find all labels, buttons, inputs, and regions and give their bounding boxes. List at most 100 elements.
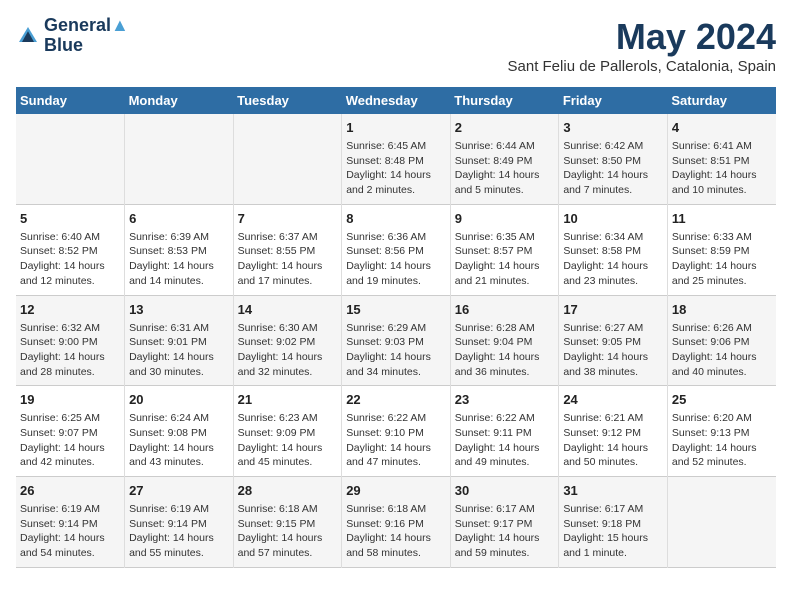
day-number: 17 <box>563 302 663 317</box>
calendar-cell: 30Sunrise: 6:17 AM Sunset: 9:17 PM Dayli… <box>450 477 559 568</box>
day-number: 24 <box>563 392 663 407</box>
day-number: 15 <box>346 302 446 317</box>
calendar-cell: 18Sunrise: 6:26 AM Sunset: 9:06 PM Dayli… <box>667 295 776 386</box>
weekday-header: Tuesday <box>233 87 342 114</box>
day-info: Sunrise: 6:25 AM Sunset: 9:07 PM Dayligh… <box>20 411 120 470</box>
day-number: 27 <box>129 483 229 498</box>
day-number: 11 <box>672 211 772 226</box>
day-info: Sunrise: 6:35 AM Sunset: 8:57 PM Dayligh… <box>455 230 555 289</box>
day-info: Sunrise: 6:44 AM Sunset: 8:49 PM Dayligh… <box>455 139 555 198</box>
day-info: Sunrise: 6:30 AM Sunset: 9:02 PM Dayligh… <box>238 321 338 380</box>
calendar-cell: 23 Sunrise: 6:22 AM Sunset: 9:11 PM Dayli… <box>450 386 559 477</box>
day-info: Sunrise: 6:40 AM Sunset: 8:52 PM Dayligh… <box>20 230 120 289</box>
day-number: 12 <box>20 302 120 317</box>
calendar-table: SundayMondayTuesdayWednesdayThursdayFrid… <box>16 87 776 568</box>
calendar-cell <box>16 114 125 204</box>
calendar-cell: 22 Sunrise: 6:22 AM Sunset: 9:10 PM Dayli… <box>342 386 451 477</box>
calendar-week-row: 1 Sunrise: 6:45 AM Sunset: 8:48 PM Daylig… <box>16 114 776 204</box>
calendar-cell: 8 Sunrise: 6:36 AM Sunset: 8:56 PM Daylig… <box>342 204 451 295</box>
day-number: 6 <box>129 211 229 226</box>
calendar-cell: 11 Sunrise: 6:33 AM Sunset: 8:59 PM Dayli… <box>667 204 776 295</box>
day-info: Sunrise: 6:23 AM Sunset: 9:09 PM Dayligh… <box>238 411 338 470</box>
day-number: 16 <box>455 302 555 317</box>
day-info: Sunrise: 6:27 AM Sunset: 9:05 PM Dayligh… <box>563 321 663 380</box>
day-info: Sunrise: 6:18 AM Sunset: 9:15 PM Dayligh… <box>238 502 338 561</box>
day-info: Sunrise: 6:34 AM Sunset: 8:58 PM Dayligh… <box>563 230 663 289</box>
weekday-header: Monday <box>125 87 234 114</box>
calendar-cell: 2 Sunrise: 6:44 AM Sunset: 8:49 PM Daylig… <box>450 114 559 204</box>
day-info: Sunrise: 6:17 AM Sunset: 9:18 PM Dayligh… <box>563 502 663 561</box>
weekday-header: Sunday <box>16 87 125 114</box>
calendar-cell: 6 Sunrise: 6:39 AM Sunset: 8:53 PM Daylig… <box>125 204 234 295</box>
calendar-week-row: 12 Sunrise: 6:32 AM Sunset: 9:00 PM Dayli… <box>16 295 776 386</box>
calendar-cell: 24 Sunrise: 6:21 AM Sunset: 9:12 PM Dayli… <box>559 386 668 477</box>
day-number: 7 <box>238 211 338 226</box>
day-number: 5 <box>20 211 120 226</box>
calendar-cell: 4 Sunrise: 6:41 AM Sunset: 8:51 PM Daylig… <box>667 114 776 204</box>
day-number: 31 <box>563 483 663 498</box>
day-info: Sunrise: 6:32 AM Sunset: 9:00 PM Dayligh… <box>20 321 120 380</box>
day-info: Sunrise: 6:22 AM Sunset: 9:10 PM Dayligh… <box>346 411 446 470</box>
day-number: 19 <box>20 392 120 407</box>
day-info: Sunrise: 6:37 AM Sunset: 8:55 PM Dayligh… <box>238 230 338 289</box>
calendar-cell: 19 Sunrise: 6:25 AM Sunset: 9:07 PM Dayli… <box>16 386 125 477</box>
day-info: Sunrise: 6:24 AM Sunset: 9:08 PM Dayligh… <box>129 411 229 470</box>
calendar-cell: 14 Sunrise: 6:30 AM Sunset: 9:02 PM Dayli… <box>233 295 342 386</box>
day-info: Sunrise: 6:45 AM Sunset: 8:48 PM Dayligh… <box>346 139 446 198</box>
calendar-cell: 5 Sunrise: 6:40 AM Sunset: 8:52 PM Daylig… <box>16 204 125 295</box>
day-info: Sunrise: 6:19 AM Sunset: 9:14 PM Dayligh… <box>20 502 120 561</box>
calendar-cell: 26 Sunrise: 6:19 AM Sunset: 9:14 PM Dayli… <box>16 477 125 568</box>
day-info: Sunrise: 6:31 AM Sunset: 9:01 PM Dayligh… <box>129 321 229 380</box>
calendar-cell <box>125 114 234 204</box>
calendar-cell: 31 Sunrise: 6:17 AM Sunset: 9:18 PM Dayli… <box>559 477 668 568</box>
day-info: Sunrise: 6:39 AM Sunset: 8:53 PM Dayligh… <box>129 230 229 289</box>
day-number: 26 <box>20 483 120 498</box>
weekday-header: Friday <box>559 87 668 114</box>
day-number: 20 <box>129 392 229 407</box>
day-number: 4 <box>672 120 772 135</box>
calendar-week-row: 19 Sunrise: 6:25 AM Sunset: 9:07 PM Dayli… <box>16 386 776 477</box>
calendar-cell: 21 Sunrise: 6:23 AM Sunset: 9:09 PM Dayli… <box>233 386 342 477</box>
day-number: 3 <box>563 120 663 135</box>
location: Sant Feliu de Pallerols, Catalonia, Spai… <box>508 58 777 75</box>
day-info: Sunrise: 6:36 AM Sunset: 8:56 PM Dayligh… <box>346 230 446 289</box>
day-info: Sunrise: 6:33 AM Sunset: 8:59 PM Dayligh… <box>672 230 772 289</box>
day-info: Sunrise: 6:18 AM Sunset: 9:16 PM Dayligh… <box>346 502 446 561</box>
calendar-cell: 29 Sunrise: 6:18 AM Sunset: 9:16 PM Dayli… <box>342 477 451 568</box>
calendar-cell: 25Sunrise: 6:20 AM Sunset: 9:13 PM Dayli… <box>667 386 776 477</box>
calendar-cell: 10Sunrise: 6:34 AM Sunset: 8:58 PM Dayli… <box>559 204 668 295</box>
calendar-cell <box>667 477 776 568</box>
day-info: Sunrise: 6:41 AM Sunset: 8:51 PM Dayligh… <box>672 139 772 198</box>
day-number: 21 <box>238 392 338 407</box>
calendar-header: SundayMondayTuesdayWednesdayThursdayFrid… <box>16 87 776 114</box>
calendar-cell: 15 Sunrise: 6:29 AM Sunset: 9:03 PM Dayli… <box>342 295 451 386</box>
calendar-cell: 7 Sunrise: 6:37 AM Sunset: 8:55 PM Daylig… <box>233 204 342 295</box>
calendar-cell: 3Sunrise: 6:42 AM Sunset: 8:50 PM Daylig… <box>559 114 668 204</box>
day-info: Sunrise: 6:26 AM Sunset: 9:06 PM Dayligh… <box>672 321 772 380</box>
day-number: 1 <box>346 120 446 135</box>
calendar-cell: 28Sunrise: 6:18 AM Sunset: 9:15 PM Dayli… <box>233 477 342 568</box>
logo: General▲ Blue <box>16 16 129 56</box>
day-number: 14 <box>238 302 338 317</box>
weekday-header: Thursday <box>450 87 559 114</box>
calendar-cell: 9Sunrise: 6:35 AM Sunset: 8:57 PM Daylig… <box>450 204 559 295</box>
day-number: 22 <box>346 392 446 407</box>
day-info: Sunrise: 6:22 AM Sunset: 9:11 PM Dayligh… <box>455 411 555 470</box>
day-info: Sunrise: 6:29 AM Sunset: 9:03 PM Dayligh… <box>346 321 446 380</box>
day-number: 23 <box>455 392 555 407</box>
calendar-cell: 12 Sunrise: 6:32 AM Sunset: 9:00 PM Dayli… <box>16 295 125 386</box>
page-header: General▲ Blue May 2024 Sant Feliu de Pal… <box>16 16 776 75</box>
weekday-header: Saturday <box>667 87 776 114</box>
calendar-cell: 17 Sunrise: 6:27 AM Sunset: 9:05 PM Dayli… <box>559 295 668 386</box>
title-block: May 2024 Sant Feliu de Pallerols, Catalo… <box>508 16 777 75</box>
logo-text: General▲ Blue <box>44 16 129 56</box>
calendar-week-row: 5 Sunrise: 6:40 AM Sunset: 8:52 PM Daylig… <box>16 204 776 295</box>
logo-icon <box>16 24 40 48</box>
day-info: Sunrise: 6:19 AM Sunset: 9:14 PM Dayligh… <box>129 502 229 561</box>
day-info: Sunrise: 6:28 AM Sunset: 9:04 PM Dayligh… <box>455 321 555 380</box>
day-number: 8 <box>346 211 446 226</box>
day-info: Sunrise: 6:21 AM Sunset: 9:12 PM Dayligh… <box>563 411 663 470</box>
weekday-header: Wednesday <box>342 87 451 114</box>
day-number: 29 <box>346 483 446 498</box>
day-number: 2 <box>455 120 555 135</box>
